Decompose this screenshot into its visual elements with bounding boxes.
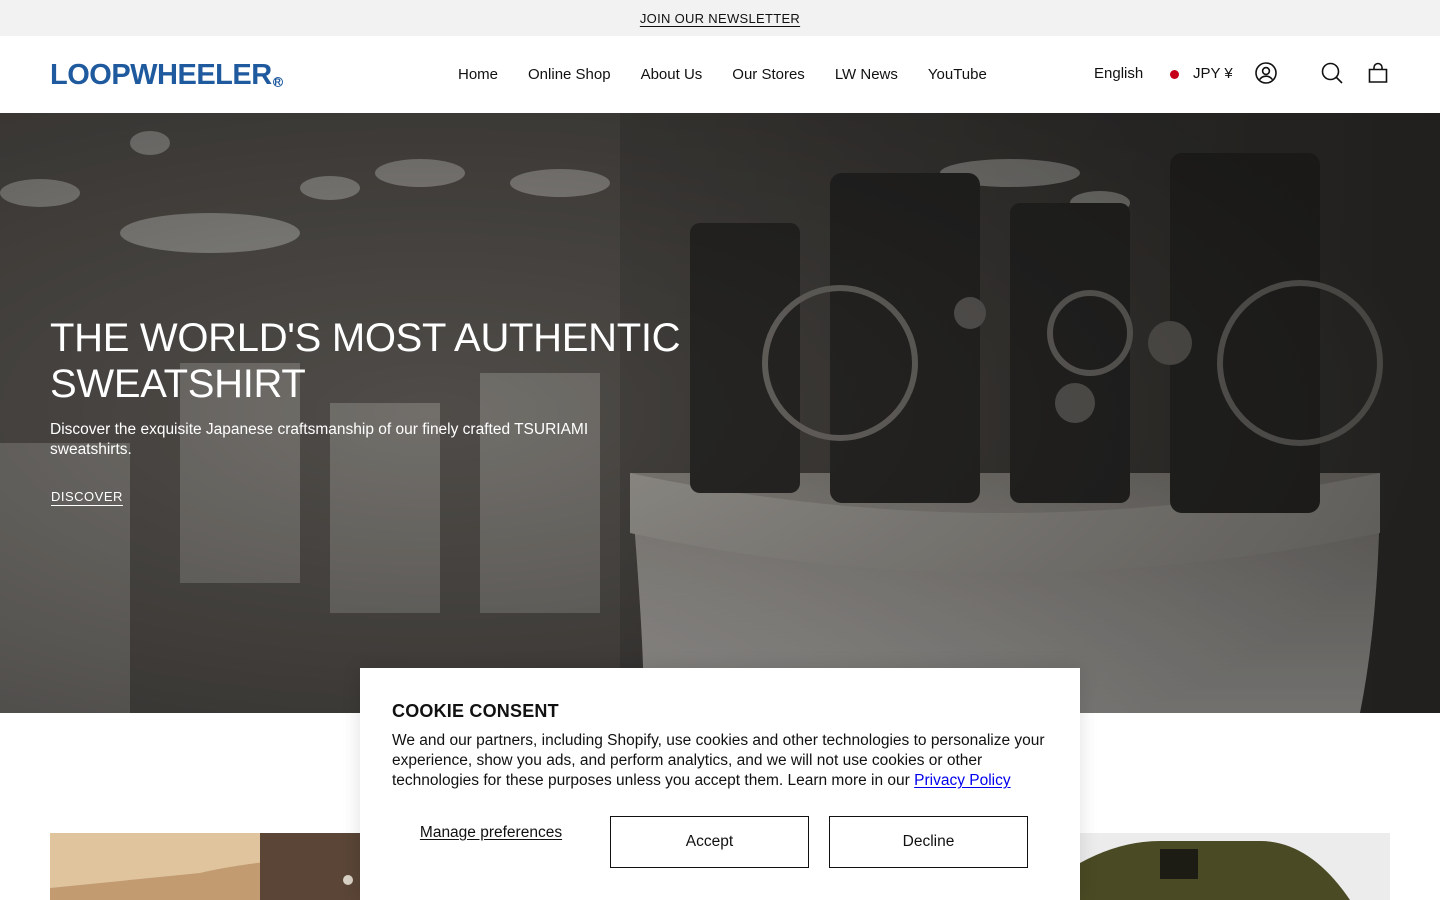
registered-mark: R: [272, 77, 283, 87]
search-icon[interactable]: [1320, 61, 1344, 85]
privacy-policy-link[interactable]: Privacy Policy: [914, 772, 1010, 789]
hero-banner: THE WORLD'S MOST AUTHENTIC SWEATSHIRT Di…: [0, 113, 1440, 713]
header-utilities: English JPY ¥: [880, 36, 1440, 113]
japan-flag-icon: [1170, 70, 1179, 79]
product-image-right-art: [1080, 833, 1390, 900]
product-image-left[interactable]: [50, 833, 360, 900]
cart-icon[interactable]: [1366, 61, 1390, 85]
accept-button[interactable]: Accept: [610, 816, 809, 868]
cookie-body: We and our partners, including Shopify, …: [392, 731, 1052, 791]
brand-logo[interactable]: LOOPWHEELER R: [50, 58, 283, 90]
language-selector[interactable]: English: [1094, 65, 1143, 82]
cookie-title: COOKIE CONSENT: [392, 701, 559, 721]
hero-title: THE WORLD'S MOST AUTHENTIC SWEATSHIRT: [50, 316, 681, 406]
nav-about-us[interactable]: About Us: [626, 66, 718, 83]
nav-home[interactable]: Home: [443, 66, 513, 83]
discover-link[interactable]: DISCOVER: [51, 489, 123, 504]
hero-image: [0, 113, 1440, 713]
nav-our-stores[interactable]: Our Stores: [717, 66, 820, 83]
manage-preferences-button[interactable]: Manage preferences: [392, 824, 590, 842]
decline-button[interactable]: Decline: [829, 816, 1028, 868]
site-header: LOOPWHEELER R Home Online Shop About Us …: [0, 36, 1440, 113]
logo-text: LOOPWHEELER: [50, 59, 272, 91]
announcement-bar: JOIN OUR NEWSLETTER: [0, 0, 1440, 36]
newsletter-link[interactable]: JOIN OUR NEWSLETTER: [640, 11, 800, 26]
cookie-consent-dialog: COOKIE CONSENT We and our partners, incl…: [360, 668, 1080, 900]
nav-online-shop[interactable]: Online Shop: [513, 66, 626, 83]
currency-selector[interactable]: JPY ¥: [1193, 65, 1233, 82]
hero-subtitle: Discover the exquisite Japanese craftsma…: [50, 421, 589, 458]
account-icon[interactable]: [1254, 61, 1278, 85]
product-image-right[interactable]: [1080, 833, 1390, 900]
product-image-left-art: [50, 833, 360, 900]
